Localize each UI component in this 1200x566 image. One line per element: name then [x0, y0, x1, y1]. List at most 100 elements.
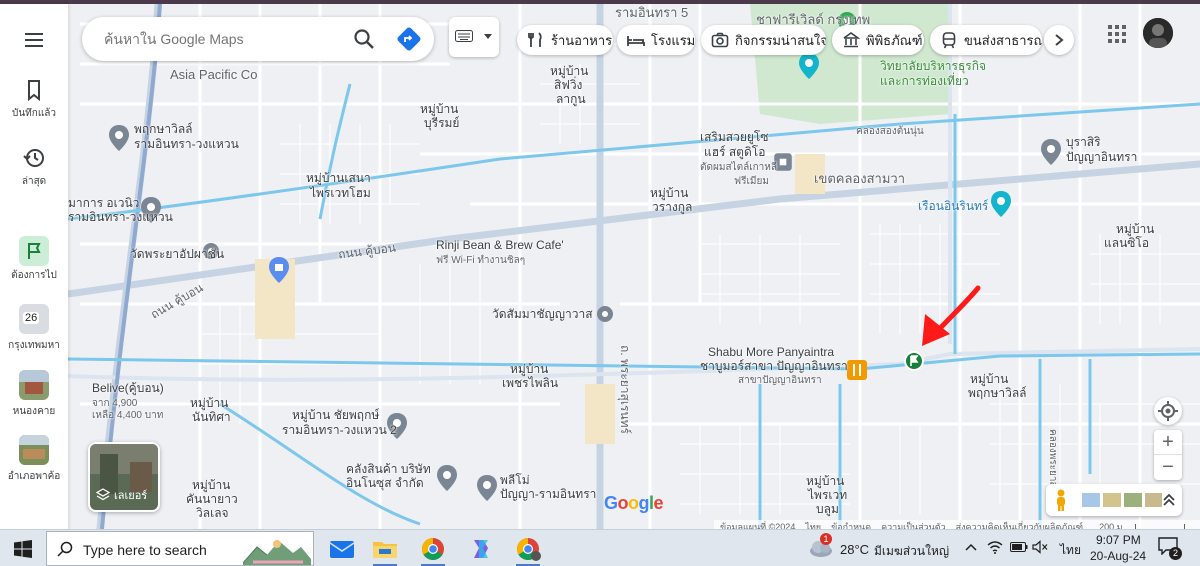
directions-icon[interactable] — [396, 26, 422, 52]
map-label: ไพรเวทโฮม — [310, 186, 371, 200]
clock-time[interactable]: 9:07 PM — [1096, 533, 1141, 547]
map-label: Asia Pacific Co — [170, 67, 258, 82]
battery-icon[interactable] — [1010, 542, 1028, 552]
map-label: ฟรีเมียม — [734, 176, 769, 187]
map-label: ลากูน — [556, 92, 586, 106]
map-label: เขตคลองสามวา — [814, 171, 905, 186]
zoom-out-button[interactable]: − — [1154, 455, 1182, 480]
shopping-pin-icon[interactable] — [268, 256, 290, 284]
map-label: เพชรไพลิน — [502, 376, 559, 390]
map-label: เหลือ 4,400 บาท — [92, 410, 164, 421]
chevron-up-icon[interactable] — [965, 543, 977, 551]
place-pin-icon[interactable] — [476, 474, 498, 502]
map-label: หมู่บ้านเสนา — [306, 171, 371, 185]
map-label: บลูม — [816, 502, 839, 516]
chip-label: กิจกรรมน่าสนใจ — [735, 32, 826, 48]
zoom-controls: + − — [1154, 430, 1182, 480]
chip-label: พิพิธภัณฑ์ — [866, 32, 923, 48]
rail-recent-place-nongkhai[interactable]: หนองคาย — [0, 370, 68, 419]
rail-recent-place-bangkok[interactable]: 26 กรุงเทพมหา — [0, 304, 68, 353]
map-label: รามอินทรา-วงแหวน — [68, 210, 173, 224]
account-avatar[interactable] — [1143, 18, 1173, 48]
place-pin-icon[interactable] — [1040, 138, 1062, 166]
map-label: หมู่บ้าน ชัยพฤกษ์ — [292, 408, 380, 422]
map-label: วรางกูล — [652, 200, 693, 214]
hamburger-menu-icon[interactable] — [24, 32, 44, 48]
chip-hotels[interactable]: โรงแรม — [617, 25, 695, 55]
map-label: พลีโม่ — [500, 473, 530, 487]
map-label: หมู่บ้าน — [510, 362, 549, 376]
notification-center-button[interactable]: 2 — [1158, 537, 1182, 561]
volume-muted-icon[interactable] — [1032, 540, 1048, 554]
saved-flag-pin-icon[interactable] — [903, 347, 925, 375]
layers-toggle[interactable]: เลเยอร์ — [88, 442, 160, 512]
temple-pin-icon[interactable] — [594, 300, 616, 328]
map-label: Rinji Bean & Brew Cafe' — [436, 238, 564, 252]
chip-transit[interactable]: ขนส่งสาธารณะ — [930, 25, 1042, 55]
rail-recent-place-label: กรุงเทพมหา — [8, 340, 60, 351]
copilot-icon[interactable] — [466, 534, 496, 564]
google-logo: Google — [604, 493, 664, 513]
file-explorer-icon[interactable] — [370, 534, 400, 564]
map-label: คันนายาว — [186, 492, 238, 506]
recent-place-badge: 26 — [23, 312, 40, 324]
search-input[interactable] — [104, 27, 344, 51]
feedback-link[interactable]: ส่งความคิดเห็นเกี่ยวกับผลิตภัณฑ์ — [956, 520, 1083, 530]
rail-saved[interactable]: บันทึกแล้ว — [0, 78, 68, 121]
map-canvas[interactable]: รามอินทรา 5 Asia Pacific Co ชาฟารีเวิลด์… — [0, 4, 1200, 529]
place-pin-icon[interactable] — [108, 124, 130, 152]
chip-label: ร้านอาหาร — [551, 32, 613, 48]
wifi-icon[interactable] — [987, 540, 1003, 554]
weather-desc: มีเมฆส่วนใหญ่ — [874, 544, 950, 558]
terms-link[interactable]: ข้อกำหนด — [831, 520, 871, 530]
street-view-pegman-icon[interactable] — [1054, 489, 1068, 511]
windows-start-icon[interactable] — [14, 540, 32, 558]
museum-pin-icon[interactable] — [798, 52, 820, 80]
map-label: บุรีรมย์ — [424, 116, 460, 130]
recent-place-thumbnail — [19, 370, 49, 400]
input-language[interactable]: ไทย — [1060, 541, 1081, 560]
search-icon[interactable] — [352, 27, 376, 51]
chrome-profile-icon[interactable] — [513, 534, 543, 564]
country-link[interactable]: ไทย — [805, 520, 821, 530]
bookmark-icon — [28, 80, 40, 102]
rail-want-to-go[interactable]: ต้องการไป — [0, 236, 68, 283]
clock-date[interactable]: 20-Aug-24 — [1090, 549, 1146, 563]
my-location-icon — [1158, 401, 1178, 421]
place-pin-icon[interactable] — [990, 190, 1012, 218]
taskbar-search-box[interactable]: Type here to search — [46, 531, 314, 566]
zoom-in-button[interactable]: + — [1154, 430, 1182, 455]
chevron-up-double-icon[interactable] — [1162, 492, 1176, 508]
rail-recent-place-phakho[interactable]: อำเภอพาค้อ — [0, 435, 68, 484]
privacy-link[interactable]: ความเป็นส่วนตัว — [881, 520, 946, 530]
left-rail: บันทึกแล้ว ล่าสุด ต้องการไป 26 กรุงเทพมห… — [0, 4, 68, 529]
chips-next-button[interactable] — [1044, 25, 1074, 55]
weather-widget[interactable]: 1 28°C มีเมฆส่วนใหญ่ — [808, 533, 950, 564]
layers-label: เลเยอร์ — [114, 490, 148, 502]
map-label: วัดพระยาอัปผาชัน — [130, 247, 225, 261]
rail-recent-place-label: หนองคาย — [12, 406, 56, 417]
chip-museums[interactable]: พิพิธภัณฑ์ — [832, 25, 924, 55]
chrome-icon[interactable] — [418, 534, 448, 564]
street-view-bar[interactable] — [1046, 484, 1182, 516]
map-label: หมู่บ้าน — [190, 396, 229, 410]
rail-recent[interactable]: ล่าสุด — [0, 146, 68, 189]
imagery-thumbnails[interactable] — [1082, 493, 1162, 507]
restaurant-pin-icon[interactable] — [846, 356, 868, 384]
map-label: หมู่บ้าน — [550, 64, 589, 78]
flag-icon — [19, 236, 49, 266]
chip-restaurants[interactable]: ร้านอาหาร — [517, 25, 613, 55]
map-label: ปัญญาอินทรา — [1066, 150, 1138, 164]
map-label: เรือนอินรินทร์ — [918, 199, 989, 213]
google-apps-icon[interactable] — [1107, 24, 1127, 44]
map-label: คลังสินค้า บริษัท — [346, 462, 431, 476]
my-location-button[interactable] — [1154, 397, 1182, 425]
recent-place-thumbnail — [19, 435, 49, 465]
chip-things-to-do[interactable]: กิจกรรมน่าสนใจ — [701, 25, 826, 55]
mail-app-icon[interactable] — [327, 534, 357, 564]
map-label: พฤกษาวิลล์ — [968, 386, 1027, 400]
input-tools-button[interactable] — [449, 17, 499, 57]
taskbar-search-placeholder: Type here to search — [83, 542, 207, 558]
map-label: หมู่บ้าน — [192, 478, 231, 492]
place-pin-icon[interactable] — [436, 464, 458, 492]
